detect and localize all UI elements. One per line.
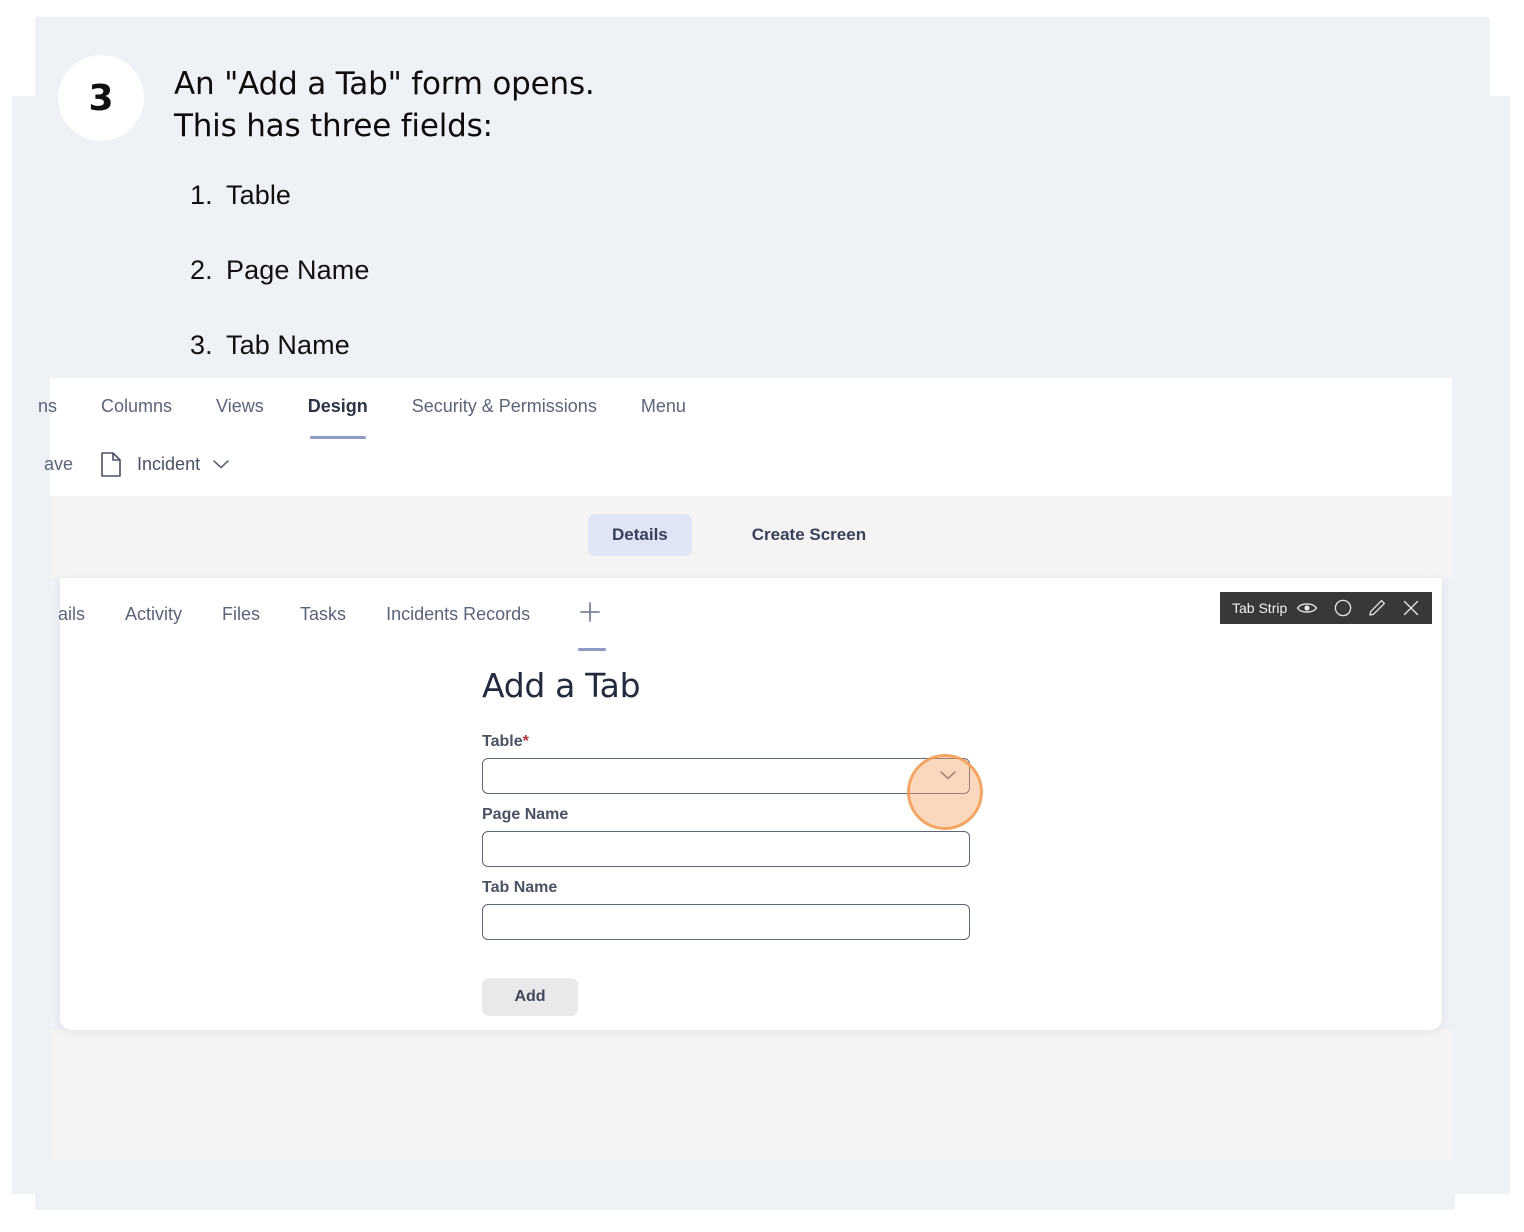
pencil-icon[interactable] [1368, 599, 1386, 617]
step-description: An "Add a Tab" form opens. This has thre… [174, 66, 595, 145]
tab-columns[interactable]: Columns [101, 396, 172, 417]
page-name-field-label: Page Name [482, 806, 569, 823]
add-button[interactable]: Add [482, 978, 578, 1016]
list-item-label: Page Name [226, 255, 370, 285]
list-item-label: Table [226, 180, 292, 210]
document-icon [101, 451, 121, 477]
tab-design[interactable]: Design [307, 395, 368, 439]
app-header: ns Columns Views Design Security & Permi… [38, 378, 1452, 496]
eye-icon[interactable] [1296, 600, 1318, 616]
field-list: 1. Table 2. Page Name 3. Tab Name [190, 180, 790, 405]
active-tab-underline [309, 435, 366, 439]
segment-details[interactable]: Details [588, 514, 692, 556]
form-title: Add a Tab [482, 666, 641, 705]
segmented-control: Details Create Screen [588, 514, 890, 556]
list-item-number: 3. [190, 330, 213, 360]
segment-create-screen[interactable]: Create Screen [728, 514, 890, 556]
chevron-down-icon[interactable] [212, 458, 230, 470]
plus-icon [580, 601, 601, 622]
tab-security-permissions[interactable]: Security & Permissions [412, 396, 597, 417]
table-label-text: Table [482, 733, 523, 750]
tab-design-label: Design [307, 395, 368, 416]
list-item: 3. Tab Name [190, 330, 790, 361]
required-marker: * [522, 733, 529, 750]
add-tab-button[interactable] [576, 598, 607, 651]
tab-strip-toolbar: Tab Strip [1220, 592, 1432, 624]
tab-menu[interactable]: Menu [641, 396, 686, 417]
chevron-down-icon [939, 768, 957, 786]
tab-columns-partial[interactable]: ns [38, 396, 57, 417]
close-icon[interactable] [1402, 599, 1420, 617]
list-item: 2. Page Name [190, 255, 790, 286]
circle-icon[interactable] [1334, 599, 1352, 617]
app-sub-toolbar: ave Incident [44, 446, 230, 482]
tab-name-field-label: Tab Name [482, 879, 558, 896]
step-number-badge: 3 [58, 55, 144, 141]
table-select[interactable] [482, 758, 970, 794]
primary-tab-bar: ns Columns Views Design Security & Permi… [38, 386, 730, 439]
inner-tab-tasks[interactable]: Tasks [300, 604, 346, 625]
list-item: 1. Table [190, 180, 790, 211]
app-footer-area [50, 1030, 1452, 1160]
add-a-tab-form: Add a Tab Table* Page Name Tab Name Add [482, 666, 982, 1016]
record-tab-bar: ails Activity Files Tasks Incidents Reco… [58, 594, 644, 651]
table-field-label: Table* [482, 733, 982, 751]
step-header: 3 An "Add a Tab" form opens. This has th… [58, 55, 595, 148]
app-screenshot: ns Columns Views Design Security & Permi… [38, 378, 1452, 1160]
tab-strip-label: Tab Strip [1232, 600, 1288, 616]
list-item-number: 1. [190, 180, 213, 210]
tab-name-input[interactable] [482, 904, 970, 940]
page-name-input[interactable] [482, 831, 970, 867]
view-mode-strip: Details Create Screen [50, 496, 1452, 578]
record-name-label: Incident [137, 453, 201, 474]
list-item-label: Tab Name [226, 330, 350, 360]
tab-strip-actions [1296, 599, 1420, 617]
list-item-number: 2. [190, 255, 213, 285]
save-button[interactable]: ave [44, 454, 73, 475]
tab-views[interactable]: Views [216, 396, 264, 417]
inner-tab-activity[interactable]: Activity [125, 604, 182, 625]
inner-tab-incidents-records[interactable]: Incidents Records [386, 604, 530, 625]
form-card: ails Activity Files Tasks Incidents Reco… [58, 578, 1442, 1030]
active-tab-underline [578, 647, 607, 651]
inner-tab-details[interactable]: ails [58, 604, 85, 625]
inner-tab-files[interactable]: Files [222, 604, 260, 625]
